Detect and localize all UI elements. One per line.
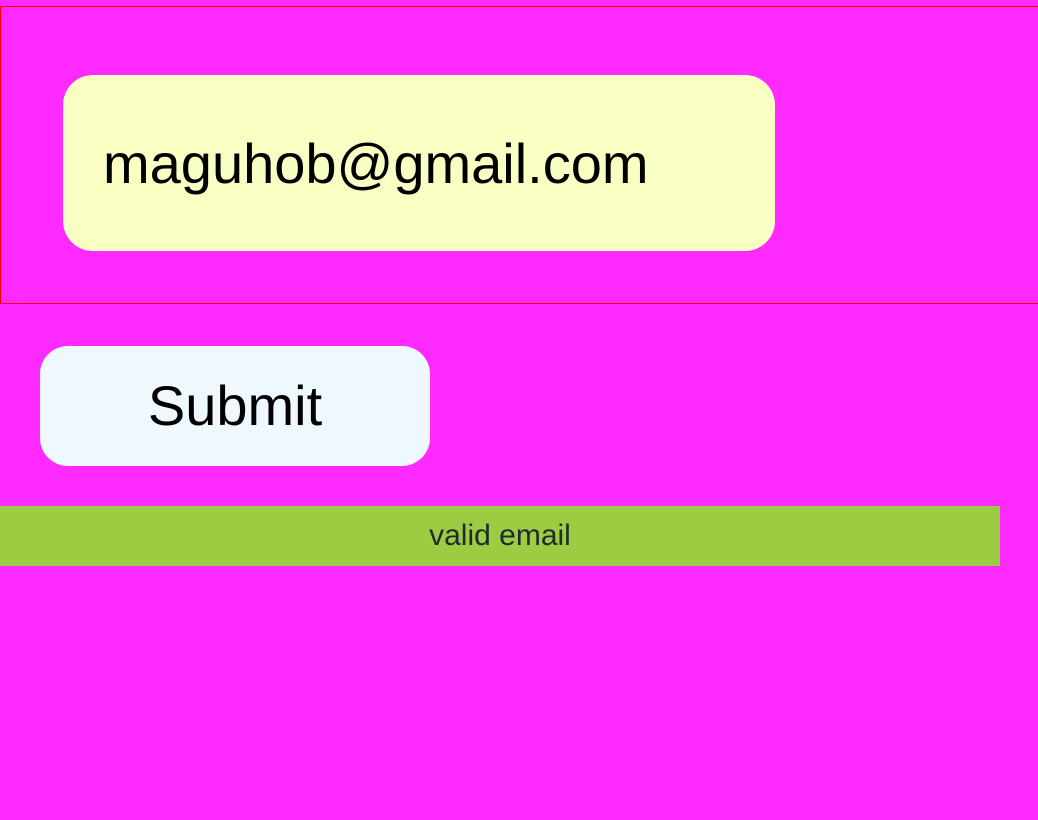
submit-button[interactable]: Submit [40, 346, 430, 466]
email-panel [0, 6, 1038, 304]
status-bar: valid email [0, 506, 1000, 566]
email-validation-page: Submit valid email [0, 0, 1038, 820]
validation-message: valid email [429, 519, 571, 552]
email-field[interactable] [63, 75, 775, 251]
